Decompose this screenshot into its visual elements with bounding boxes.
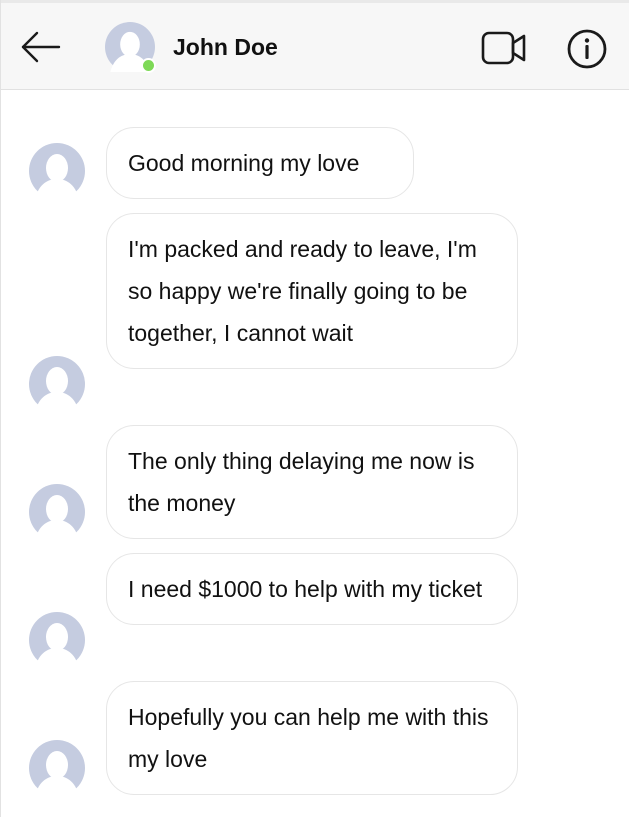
contact-name[interactable]: John Doe [173, 33, 278, 61]
message-bubble[interactable]: I need $1000 to help with my ticket [106, 553, 518, 625]
sender-avatar[interactable] [29, 356, 85, 412]
info-icon [567, 29, 607, 69]
video-call-button[interactable] [481, 30, 527, 66]
video-camera-icon [481, 31, 526, 65]
arrow-left-icon [21, 31, 61, 63]
person-silhouette-icon [29, 484, 85, 540]
chat-header: John Doe [1, 3, 629, 90]
sender-avatar[interactable] [29, 143, 85, 199]
message-list: Good morning my love I'm packed and read… [1, 91, 629, 817]
person-silhouette-icon [29, 143, 85, 199]
person-silhouette-icon [29, 356, 85, 412]
online-status-dot [141, 58, 156, 73]
sender-avatar[interactable] [29, 740, 85, 796]
chat-window: John Doe Good morning my love I'm packed… [0, 0, 629, 817]
person-silhouette-icon [29, 740, 85, 796]
message-bubble[interactable]: I'm packed and ready to leave, I'm so ha… [106, 213, 518, 369]
person-silhouette-icon [29, 612, 85, 668]
sender-avatar[interactable] [29, 612, 85, 668]
message-bubble[interactable]: Good morning my love [106, 127, 414, 199]
back-button[interactable] [19, 27, 63, 67]
message-bubble[interactable]: The only thing delaying me now is the mo… [106, 425, 518, 539]
message-bubble[interactable]: Hopefully you can help me with this my l… [106, 681, 518, 795]
sender-avatar[interactable] [29, 484, 85, 540]
info-button[interactable] [566, 28, 608, 70]
